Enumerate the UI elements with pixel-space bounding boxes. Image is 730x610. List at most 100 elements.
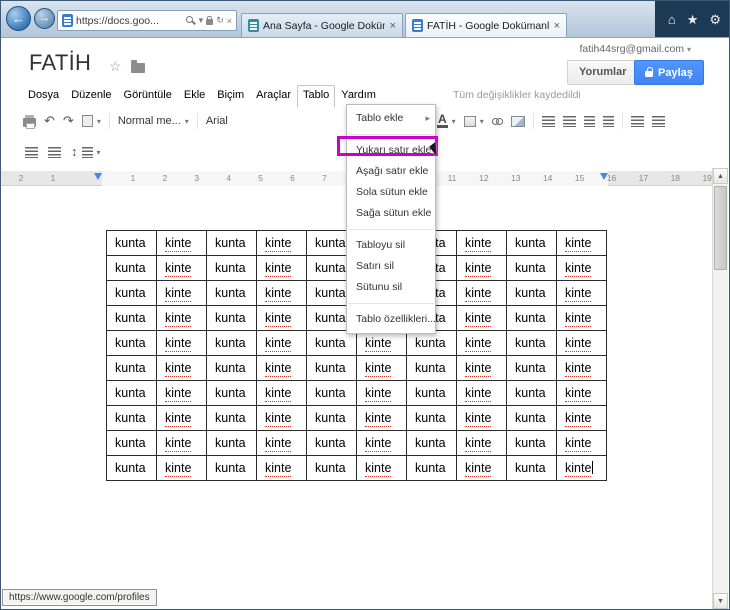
folder-icon[interactable] bbox=[131, 60, 145, 73]
table-cell[interactable]: kunta bbox=[306, 455, 357, 481]
table-cell[interactable]: kunta bbox=[206, 280, 257, 306]
tab-close-icon[interactable]: × bbox=[390, 20, 396, 32]
table-cell[interactable]: kunta bbox=[306, 330, 357, 356]
table-cell[interactable]: kunta bbox=[406, 330, 457, 356]
styles-dropdown[interactable]: Normal me... ▾ bbox=[118, 115, 189, 127]
table-cell[interactable]: kinte bbox=[156, 305, 207, 331]
tab-close-icon[interactable]: × bbox=[554, 20, 560, 32]
table-cell[interactable]: kinte bbox=[156, 430, 207, 456]
comments-button[interactable]: Yorumlar bbox=[567, 60, 639, 85]
table-cell[interactable]: kinte bbox=[556, 405, 607, 431]
table-cell[interactable]: kinte bbox=[556, 280, 607, 306]
menu-item-tablo-ekle[interactable]: Tablo ekle ▸ bbox=[347, 108, 435, 129]
table-cell[interactable]: kunta bbox=[106, 305, 157, 331]
font-dropdown[interactable]: Arial bbox=[206, 115, 228, 127]
table-cell[interactable]: kunta bbox=[206, 255, 257, 281]
table-cell[interactable]: kinte bbox=[356, 455, 407, 481]
table-cell[interactable]: kinte bbox=[556, 355, 607, 381]
table-cell[interactable]: kunta bbox=[406, 430, 457, 456]
table-cell[interactable]: kunta bbox=[206, 305, 257, 331]
star-document-icon[interactable]: ☆ bbox=[109, 58, 122, 75]
menu-item-tabloyu-sil[interactable]: Tabloyu sil bbox=[347, 235, 435, 256]
table-cell[interactable]: kunta bbox=[506, 405, 557, 431]
align-justify-icon[interactable] bbox=[651, 115, 665, 127]
table-cell[interactable]: kinte bbox=[256, 280, 307, 306]
align-center-icon[interactable] bbox=[48, 146, 61, 158]
table-cell[interactable]: kunta bbox=[206, 405, 257, 431]
table-cell[interactable]: kunta bbox=[106, 380, 157, 406]
menu-g-r-nt-le[interactable]: Görüntüle bbox=[118, 85, 178, 105]
menu-item-yukar-sat-r-ekle[interactable]: Yukarı satır ekle bbox=[347, 140, 435, 161]
table-cell[interactable]: kinte bbox=[456, 455, 507, 481]
justify-icon[interactable] bbox=[25, 146, 38, 158]
forward-button[interactable]: → bbox=[34, 8, 55, 29]
table-cell[interactable]: kunta bbox=[206, 380, 257, 406]
table-cell[interactable]: kinte bbox=[556, 255, 607, 281]
table-cell[interactable]: kinte bbox=[356, 330, 407, 356]
menu-item-tablo-zellikleri[interactable]: Tablo özellikleri... bbox=[347, 309, 435, 330]
menu-item-a-a-sat-r-ekle[interactable]: Aşağı satır ekle bbox=[347, 161, 435, 182]
url-text[interactable]: https://docs.goo... bbox=[76, 15, 183, 27]
tab-ana-sayfa[interactable]: Ana Sayfa - Google Dokümanlar × bbox=[241, 13, 403, 37]
table-cell[interactable]: kinte bbox=[456, 430, 507, 456]
table-cell[interactable]: kinte bbox=[356, 405, 407, 431]
account-menu[interactable]: fatih44srg@gmail.com ▾ bbox=[579, 43, 691, 55]
menu-ekle[interactable]: Ekle bbox=[178, 85, 211, 105]
table-cell[interactable]: kinte bbox=[556, 455, 607, 481]
table-cell[interactable]: kinte bbox=[456, 405, 507, 431]
table-cell[interactable]: kinte bbox=[256, 405, 307, 431]
table-cell[interactable]: kinte bbox=[156, 380, 207, 406]
table-cell[interactable]: kunta bbox=[406, 455, 457, 481]
table-cell[interactable]: kunta bbox=[306, 380, 357, 406]
table-cell[interactable]: kunta bbox=[306, 355, 357, 381]
align-left-icon[interactable] bbox=[630, 115, 644, 127]
menu-dosya[interactable]: Dosya bbox=[22, 85, 65, 105]
home-icon[interactable]: ⌂ bbox=[668, 12, 676, 28]
paint-format-button[interactable]: ▾ bbox=[81, 115, 101, 127]
line-spacing-button[interactable]: ↕ ▾ bbox=[71, 145, 101, 159]
table-cell[interactable]: kunta bbox=[306, 405, 357, 431]
menu-item-sola-s-tun-ekle[interactable]: Sola sütun ekle bbox=[347, 182, 435, 203]
scroll-up-button[interactable]: ▲ bbox=[713, 168, 728, 184]
table-cell[interactable]: kunta bbox=[506, 280, 557, 306]
gear-icon[interactable]: ⚙ bbox=[709, 12, 721, 28]
table-cell[interactable]: kinte bbox=[456, 255, 507, 281]
table-cell[interactable]: kunta bbox=[106, 330, 157, 356]
table-cell[interactable]: kunta bbox=[106, 280, 157, 306]
table-cell[interactable]: kinte bbox=[256, 230, 307, 256]
table-cell[interactable]: kunta bbox=[106, 430, 157, 456]
table-cell[interactable]: kinte bbox=[456, 355, 507, 381]
table-cell[interactable]: kunta bbox=[106, 230, 157, 256]
decrease-indent-icon[interactable] bbox=[583, 115, 595, 127]
menu-item-sa-a-s-tun-ekle[interactable]: Sağa sütun ekle bbox=[347, 203, 435, 224]
table-cell[interactable]: kinte bbox=[356, 355, 407, 381]
table-cell[interactable]: kinte bbox=[556, 230, 607, 256]
table-cell[interactable]: kinte bbox=[456, 330, 507, 356]
table-cell[interactable]: kunta bbox=[506, 330, 557, 356]
search-icon[interactable] bbox=[185, 15, 196, 26]
table-cell[interactable]: kinte bbox=[356, 380, 407, 406]
table-cell[interactable]: kinte bbox=[556, 430, 607, 456]
table-cell[interactable]: kinte bbox=[156, 280, 207, 306]
table-cell[interactable]: kinte bbox=[556, 305, 607, 331]
bulleted-list-icon[interactable] bbox=[562, 115, 576, 127]
table-cell[interactable]: kinte bbox=[456, 230, 507, 256]
table-cell[interactable]: kinte bbox=[256, 255, 307, 281]
table-cell[interactable]: kunta bbox=[506, 430, 557, 456]
favorites-star-icon[interactable]: ★ bbox=[687, 12, 699, 28]
share-button[interactable]: Paylaş bbox=[634, 60, 704, 85]
menu-item-sat-r-sil[interactable]: Satırı sil bbox=[347, 256, 435, 277]
table-cell[interactable]: kunta bbox=[206, 230, 257, 256]
table-cell[interactable]: kinte bbox=[256, 430, 307, 456]
left-indent-marker[interactable] bbox=[94, 173, 102, 180]
text-color-button[interactable]: A ▾ bbox=[437, 113, 456, 128]
table-cell[interactable]: kunta bbox=[406, 405, 457, 431]
table-cell[interactable]: kinte bbox=[156, 455, 207, 481]
increase-indent-icon[interactable] bbox=[602, 115, 614, 127]
menu-ara-lar[interactable]: Araçlar bbox=[250, 85, 297, 105]
table-cell[interactable]: kinte bbox=[556, 380, 607, 406]
insert-image-icon[interactable] bbox=[510, 115, 525, 127]
table-cell[interactable]: kinte bbox=[156, 330, 207, 356]
table-cell[interactable]: kinte bbox=[556, 330, 607, 356]
table-cell[interactable]: kunta bbox=[106, 405, 157, 431]
